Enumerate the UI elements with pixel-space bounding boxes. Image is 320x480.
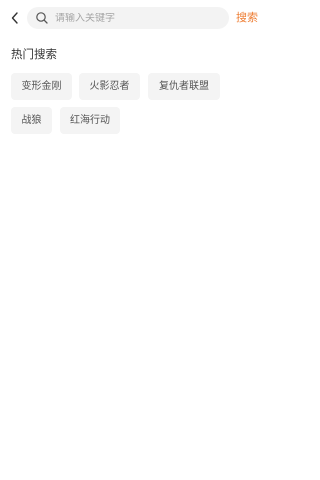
hot-tag-operation-red-sea[interactable]: 红海行动 xyxy=(60,107,120,134)
hot-tag-naruto[interactable]: 火影忍者 xyxy=(79,73,140,100)
hot-tag-wolf-warrior[interactable]: 战狼 xyxy=(11,107,52,134)
search-box[interactable] xyxy=(27,7,229,29)
search-button[interactable]: 搜索 xyxy=(236,9,258,27)
search-icon xyxy=(35,11,49,25)
search-input[interactable] xyxy=(55,12,215,24)
top-bar: 搜索 xyxy=(0,0,270,36)
hot-search-title: 热门搜索 xyxy=(11,47,57,61)
chevron-left-icon xyxy=(11,12,18,24)
back-button[interactable] xyxy=(6,9,24,27)
hot-tag-transformers[interactable]: 变形金刚 xyxy=(11,73,72,100)
hot-tag-avengers[interactable]: 复仇者联盟 xyxy=(148,73,220,100)
